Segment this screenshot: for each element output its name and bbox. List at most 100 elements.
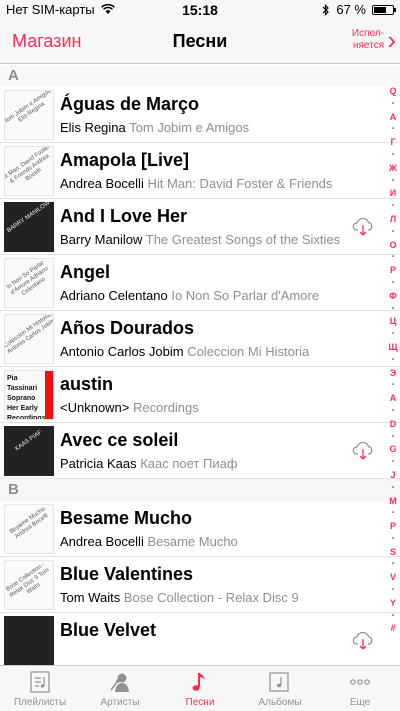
song-row[interactable]: Pia Tassinari Soprano Her Early Recordin… (0, 367, 400, 423)
index-letter[interactable]: А (390, 112, 397, 122)
playlist-icon (27, 670, 53, 694)
index-letter[interactable]: J (390, 470, 395, 480)
album-art-text: Tom Jobim e Amigos Elis Regina (4, 90, 53, 126)
song-row[interactable]: Hit Man: David Foster & Friends Andrea B… (0, 143, 400, 199)
index-letter[interactable]: Ф (389, 291, 397, 301)
cloud-download-icon[interactable] (352, 629, 374, 651)
song-row[interactable]: Io Non So Parlar d'Amore Adriano Celenta… (0, 255, 400, 311)
navigation-bar: Магазин Песни Испол-няется › (0, 20, 400, 64)
tab-album[interactable]: Альбомы (240, 666, 320, 711)
song-artist: Adriano Celentano (60, 288, 168, 303)
index-letter[interactable]: Л (390, 214, 396, 224)
tab-artist[interactable]: Артисты (80, 666, 160, 711)
section-header: B (0, 479, 400, 501)
index-letter[interactable]: Щ (388, 342, 397, 352)
album-art-text: Bose Collection - Relax Disc 9 Tom Waits (5, 561, 51, 599)
song-subtitle: Adriano Celentano Io Non So Parlar d'Amo… (60, 288, 319, 303)
index-dot: • (391, 535, 395, 542)
song-artist: Antonio Carlos Jobim (60, 344, 184, 359)
index-letter[interactable]: A (390, 393, 397, 403)
album-art-text: Coleccion Mi Historia Antonio Carlos Job… (4, 314, 54, 356)
index-letter[interactable]: Г (390, 137, 395, 147)
song-artist: Tom Waits (60, 590, 121, 605)
index-dot: • (391, 331, 395, 338)
tab-label: Плейлисты (13, 697, 67, 708)
index-dot: • (391, 561, 395, 568)
index-letter[interactable]: Р (390, 265, 396, 275)
index-letter[interactable]: G (389, 444, 396, 454)
song-album: Io Non So Parlar d'Amore (171, 288, 320, 303)
section-index[interactable]: Q • А • Г • Ж • И • Л • О • Р • Ф • Ц • Щ • Э • A • D • G • J • M • P • S • V •… (386, 86, 400, 634)
now-playing-button[interactable]: Испол-няется (332, 28, 384, 52)
index-letter[interactable]: Ц (390, 316, 397, 326)
song-title: Amapola [Live] (60, 150, 190, 170)
index-dot: • (391, 407, 395, 414)
index-letter[interactable]: # (390, 623, 395, 633)
song-row[interactable]: Bose Collection - Relax Disc 9 Tom Waits… (0, 557, 400, 613)
tab-label: Альбомы (258, 697, 302, 708)
album-art: Besame Mucho Andrea Bocelli (4, 504, 54, 554)
index-letter[interactable]: S (390, 547, 396, 557)
battery-icon (372, 4, 396, 15)
song-row[interactable]: Coleccion Mi Historia Antonio Carlos Job… (0, 311, 400, 367)
song-title: Águas de Março (60, 94, 200, 114)
index-dot: • (391, 382, 395, 389)
song-title: austin (60, 374, 114, 394)
index-letter[interactable]: Ж (389, 163, 397, 173)
song-subtitle: Andrea Bocelli Besame Mucho (60, 534, 238, 549)
album-art: Io Non So Parlar d'Amore Adriano Celenta… (4, 258, 54, 308)
album-art: Coleccion Mi Historia Antonio Carlos Job… (4, 314, 54, 364)
album-art: Tom Jobim e Amigos Elis Regina (4, 90, 54, 140)
song-title: Angel (60, 262, 111, 282)
song-album: Recordings (133, 400, 199, 415)
index-dot: • (391, 356, 395, 363)
album-art-text: KAAS PIAF (14, 429, 44, 453)
index-dot: • (391, 203, 395, 210)
tab-label: Песни (185, 697, 215, 708)
index-letter[interactable]: И (390, 188, 396, 198)
album-art-text: Hit Man: David Foster & Friends Andrea B… (4, 146, 52, 185)
cloud-download-icon[interactable] (352, 439, 374, 461)
tab-more[interactable]: Еще (320, 666, 400, 711)
index-letter[interactable]: Q (389, 86, 396, 96)
song-row[interactable]: BARRY MANILOW And I Love Her Barry Manilow… (0, 199, 400, 255)
song-row[interactable]: Besame Mucho Andrea Bocelli Besame Mucho A… (0, 501, 400, 557)
index-dot: • (391, 100, 395, 107)
index-dot: • (391, 151, 395, 158)
song-row[interactable]: Blue Velvet (0, 613, 400, 665)
cloud-download-icon[interactable] (352, 215, 374, 237)
bluetooth-icon (322, 3, 330, 16)
song-title: Años Dourados (60, 318, 195, 338)
index-letter[interactable]: D (390, 419, 397, 429)
song-subtitle: Antonio Carlos Jobim Coleccion Mi Histor… (60, 344, 309, 359)
index-letter[interactable]: V (390, 572, 396, 582)
index-letter[interactable]: M (389, 496, 397, 506)
song-list[interactable]: A Tom Jobim e Amigos Elis Regina Águas de … (0, 65, 400, 665)
index-dot: • (391, 228, 395, 235)
tab-label: Артисты (100, 697, 140, 708)
index-letter[interactable]: P (390, 521, 396, 531)
index-letter[interactable]: Э (390, 368, 396, 378)
tab-label: Еще (349, 697, 371, 708)
index-dot: • (391, 612, 395, 619)
album-icon (267, 670, 293, 694)
chevron-right-icon[interactable]: › (387, 27, 396, 53)
album-art-text (4, 616, 54, 646)
index-dot: • (391, 177, 395, 184)
index-letter[interactable]: Y (390, 598, 396, 608)
index-letter[interactable]: О (389, 240, 396, 250)
music-note-icon (187, 670, 213, 694)
song-subtitle: <Unknown> Recordings (60, 400, 199, 415)
index-dot: • (391, 126, 395, 133)
tab-playlist[interactable]: Плейлисты (0, 666, 80, 711)
album-art-text: Pia Tassinari Soprano Her Early Recordin… (7, 375, 46, 420)
song-row[interactable]: KAAS PIAF Avec ce soleil Patricia Kaas Каа… (0, 423, 400, 479)
song-album: Coleccion Mi Historia (187, 344, 310, 359)
album-art-band (45, 371, 53, 419)
index-dot: • (391, 254, 395, 261)
tab-music-note[interactable]: Песни (160, 666, 240, 711)
song-row[interactable]: Tom Jobim e Amigos Elis Regina Águas de M… (0, 87, 400, 143)
more-icon (347, 670, 373, 694)
song-artist: Andrea Bocelli (60, 534, 144, 549)
album-art: Bose Collection - Relax Disc 9 Tom Waits (4, 560, 54, 610)
